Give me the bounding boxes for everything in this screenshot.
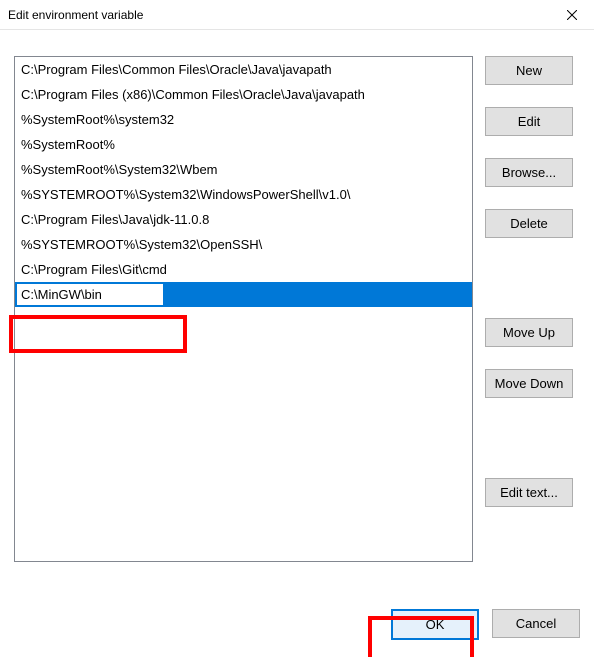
list-item[interactable]: %SYSTEMROOT%\System32\WindowsPowerShell\… <box>15 182 472 207</box>
path-listbox[interactable]: C:\Program Files\Common Files\Oracle\Jav… <box>14 56 473 562</box>
close-button[interactable] <box>549 0 594 30</box>
close-icon <box>567 10 577 20</box>
list-item[interactable]: C:\Program Files\Java\jdk-11.0.8 <box>15 207 472 232</box>
new-button[interactable]: New <box>485 56 573 85</box>
list-item[interactable]: C:\Program Files\Common Files\Oracle\Jav… <box>15 57 472 82</box>
window-title: Edit environment variable <box>8 8 143 22</box>
side-button-column: New Edit Browse... Delete Move Up Move D… <box>485 56 573 562</box>
list-item[interactable]: C:\Program Files\Git\cmd <box>15 257 472 282</box>
list-item[interactable]: %SystemRoot%\system32 <box>15 107 472 132</box>
ok-button[interactable]: OK <box>391 609 479 640</box>
cancel-button[interactable]: Cancel <box>492 609 580 638</box>
list-item[interactable]: %SYSTEMROOT%\System32\OpenSSH\ <box>15 232 472 257</box>
path-edit-input[interactable] <box>16 283 164 306</box>
dialog-bottom-buttons: OK Cancel <box>391 609 580 640</box>
list-item[interactable]: %SystemRoot% <box>15 132 472 157</box>
dialog-content: C:\Program Files\Common Files\Oracle\Jav… <box>0 30 594 657</box>
list-item[interactable]: %SystemRoot%\System32\Wbem <box>15 157 472 182</box>
edit-text-button[interactable]: Edit text... <box>485 478 573 507</box>
titlebar: Edit environment variable <box>0 0 594 30</box>
browse-button[interactable]: Browse... <box>485 158 573 187</box>
move-up-button[interactable]: Move Up <box>485 318 573 347</box>
delete-button[interactable]: Delete <box>485 209 573 238</box>
edit-button[interactable]: Edit <box>485 107 573 136</box>
move-down-button[interactable]: Move Down <box>485 369 573 398</box>
list-item-editing[interactable] <box>15 282 472 307</box>
list-item[interactable]: C:\Program Files (x86)\Common Files\Orac… <box>15 82 472 107</box>
